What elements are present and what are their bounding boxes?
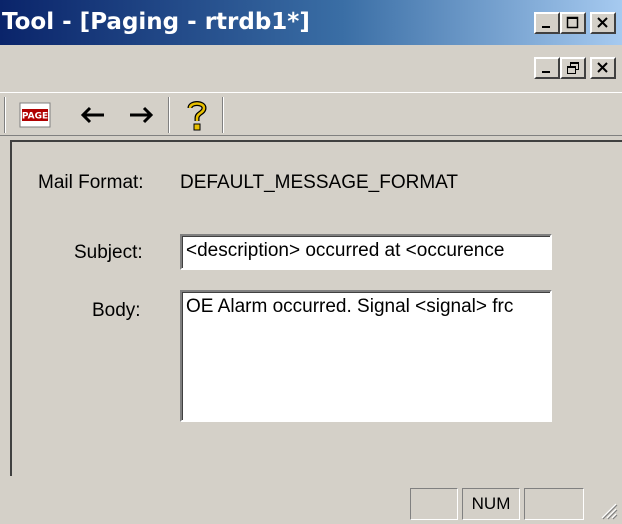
close-icon [597, 17, 608, 28]
body-textarea[interactable]: OE Alarm occurred. Signal <signal> frc [180, 290, 552, 422]
status-panel-blank-2 [524, 488, 584, 520]
toolbar: PAGE [0, 92, 622, 136]
close-button[interactable] [590, 12, 616, 34]
help-icon [187, 101, 207, 131]
status-num-indicator: NUM [462, 488, 520, 520]
toolbar-separator [222, 97, 224, 133]
title-bar[interactable]: Tool - [Paging - rtrdb1*] [0, 0, 622, 45]
arrow-right-icon [130, 106, 154, 124]
maximize-button[interactable] [560, 12, 586, 34]
toolbar-separator [4, 97, 6, 133]
body-text: OE Alarm occurred. Signal <signal> frc [186, 296, 514, 317]
forward-button[interactable] [124, 98, 158, 132]
window-title: Tool - [Paging - rtrdb1*] [2, 9, 310, 35]
body-label: Body: [92, 300, 141, 321]
close-icon [597, 62, 608, 73]
page-button[interactable]: PAGE [18, 98, 52, 132]
child-minimize-button[interactable] [534, 57, 560, 79]
child-restore-button[interactable] [560, 57, 586, 79]
status-bar: NUM [0, 482, 622, 524]
mail-format-label: Mail Format: [38, 172, 144, 193]
minimize-icon [542, 71, 550, 73]
toolbar-separator [168, 97, 170, 133]
page-icon: PAGE [19, 102, 51, 128]
subject-label: Subject: [74, 242, 143, 263]
mail-format-value: DEFAULT_MESSAGE_FORMAT [180, 172, 459, 193]
menu-bar [0, 45, 622, 90]
page-icon-text: PAGE [22, 112, 48, 122]
minimize-button[interactable] [534, 12, 560, 34]
status-panel-blank [410, 488, 458, 520]
help-button[interactable] [180, 98, 214, 132]
subject-input[interactable]: <description> occurred at <occurence [180, 234, 552, 270]
resize-grip-icon[interactable] [598, 500, 618, 520]
maximize-icon [566, 16, 579, 29]
arrow-left-icon [80, 106, 104, 124]
back-button[interactable] [76, 98, 110, 132]
minimize-icon [542, 26, 550, 28]
restore-icon [567, 62, 579, 74]
paging-form-panel: Mail Format: DEFAULT_MESSAGE_FORMAT Subj… [10, 140, 622, 476]
child-close-button[interactable] [590, 57, 616, 79]
